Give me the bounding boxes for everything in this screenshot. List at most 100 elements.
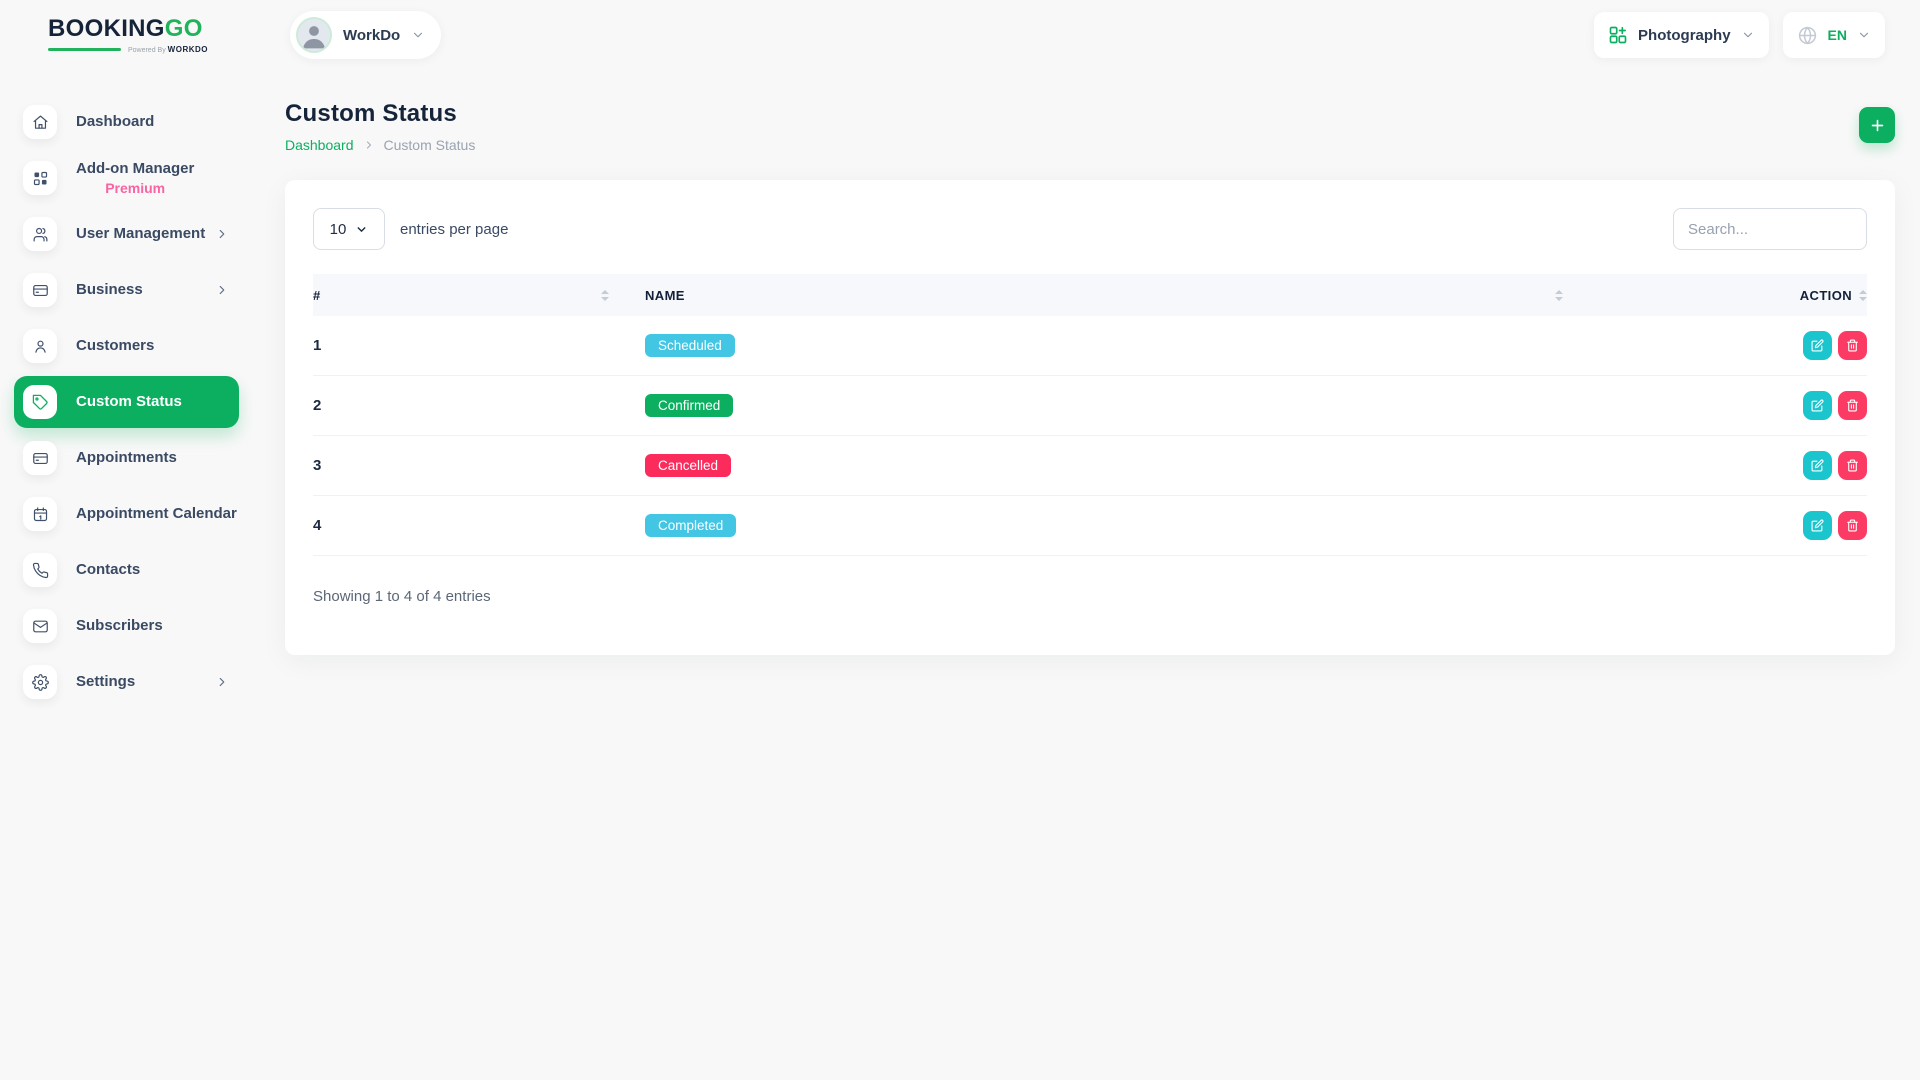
breadcrumb-separator-icon [363,139,375,151]
sidebar-item-label: Subscribers [76,617,163,635]
edit-button[interactable] [1803,331,1832,360]
entries-per-page-select[interactable]: 10 [313,208,385,250]
tag-icon [23,385,57,419]
brand-name-accent: GO [165,15,203,42]
chevron-right-icon [215,227,229,241]
user-menu[interactable]: WorkDo [290,11,441,59]
trash-icon [1846,399,1859,412]
status-badge: Confirmed [645,394,733,417]
page-content: Custom Status Dashboard Custom Status [255,70,1920,655]
calendar-icon [23,497,57,531]
user-menu-label: WorkDo [343,27,400,44]
table-header-row: # NAME ACTION [313,274,1867,316]
breadcrumb-current: Custom Status [384,137,476,153]
brand-tagline: Powered By WORKDO [48,45,208,54]
brand-name: BOOKINGGO [48,17,255,41]
sidebar-item-contacts[interactable]: Contacts [0,542,255,598]
delete-button[interactable] [1838,331,1867,360]
breadcrumb-dashboard-link[interactable]: Dashboard [285,137,354,153]
sidebar-item-dashboard[interactable]: Dashboard [0,94,255,150]
chevron-down-icon [1857,28,1871,42]
edit-button[interactable] [1803,451,1832,480]
status-badge: Cancelled [645,454,731,477]
workspace-label: Photography [1638,27,1731,44]
sidebar-item-label: Custom Status [76,393,182,411]
sidebar-item-label: Dashboard [76,113,154,131]
users-icon [23,217,57,251]
sort-icon[interactable] [601,290,609,301]
column-header-name: NAME [645,288,1567,303]
trash-icon [1846,459,1859,472]
add-status-button[interactable] [1859,107,1895,143]
grid-icon [23,161,57,195]
brand-logo[interactable]: BOOKINGGO Powered By WORKDO [0,0,255,70]
page-head: Custom Status Dashboard Custom Status [285,100,1895,153]
edit-icon [1811,519,1824,532]
row-number: 4 [313,517,645,534]
avatar [296,17,332,53]
breadcrumb: Dashboard Custom Status [285,137,475,153]
sidebar-item-custom-status[interactable]: Custom Status [14,376,239,428]
edit-icon [1811,339,1824,352]
sidebar-item-label-group: Add-on Manager Premium [76,160,194,196]
column-header-action: ACTION [1567,288,1867,303]
entries-per-page-label: entries per page [400,221,508,238]
delete-button[interactable] [1838,451,1867,480]
sidebar-item-label: Business [76,281,143,299]
topbar: WorkDo Photography [255,0,1920,70]
table-row: 2 Confirmed [313,376,1867,436]
globe-icon [1797,25,1818,46]
chevron-down-icon [355,223,368,236]
delete-button[interactable] [1838,511,1867,540]
language-switcher[interactable]: EN [1783,12,1885,58]
phone-icon [23,553,57,587]
entries-per-page-value: 10 [330,221,347,238]
edit-icon [1811,399,1824,412]
user-icon [23,329,57,363]
sidebar-item-settings[interactable]: Settings [0,654,255,710]
logo-underline [48,48,121,51]
edit-icon [1811,459,1824,472]
sort-icon[interactable] [1555,290,1563,301]
workspace-switcher[interactable]: Photography [1594,12,1769,58]
table-row: 3 Cancelled [313,436,1867,496]
status-badge: Completed [645,514,736,537]
row-number: 3 [313,457,645,474]
search-input[interactable] [1673,208,1867,250]
status-badge: Scheduled [645,334,735,357]
gear-icon [23,665,57,699]
table-summary: Showing 1 to 4 of 4 entries [313,588,1867,605]
sidebar-item-business[interactable]: Business [0,262,255,318]
sidebar-item-subscribers[interactable]: Subscribers [0,598,255,654]
edit-button[interactable] [1803,391,1832,420]
table-controls: 10 entries per page [313,208,1867,250]
sidebar-item-label: User Management [76,225,205,243]
status-table: # NAME ACTION 1 [313,274,1867,556]
app-root: BOOKINGGO Powered By WORKDO Dashboard Ad… [0,0,1920,1080]
row-number: 1 [313,337,645,354]
chevron-down-icon [411,28,425,42]
sidebar-item-label: Appointments [76,449,177,467]
chevron-right-icon [215,283,229,297]
sidebar-item-customers[interactable]: Customers [0,318,255,374]
custom-status-card: 10 entries per page # [285,180,1895,655]
credit-card-icon [23,441,57,475]
plus-icon [1869,117,1886,134]
sidebar-item-label: Appointment Calendar [76,505,237,523]
sidebar-item-addon-manager[interactable]: Add-on Manager Premium [0,150,255,206]
trash-icon [1846,339,1859,352]
language-label: EN [1828,27,1847,43]
grid-plus-icon [1608,25,1628,45]
sidebar-item-appointments[interactable]: Appointments [0,430,255,486]
mail-icon [23,609,57,643]
sidebar-item-label: Contacts [76,561,140,579]
delete-button[interactable] [1838,391,1867,420]
sort-icon[interactable] [1859,290,1867,301]
edit-button[interactable] [1803,511,1832,540]
sidebar-item-user-management[interactable]: User Management [0,206,255,262]
sidebar-item-appointment-calendar[interactable]: Appointment Calendar [0,486,255,542]
brand-name-primary: BOOKING [48,15,165,42]
table-row: 1 Scheduled [313,316,1867,376]
sidebar-item-label: Add-on Manager [76,160,194,178]
sidebar: BOOKINGGO Powered By WORKDO Dashboard Ad… [0,0,255,1080]
